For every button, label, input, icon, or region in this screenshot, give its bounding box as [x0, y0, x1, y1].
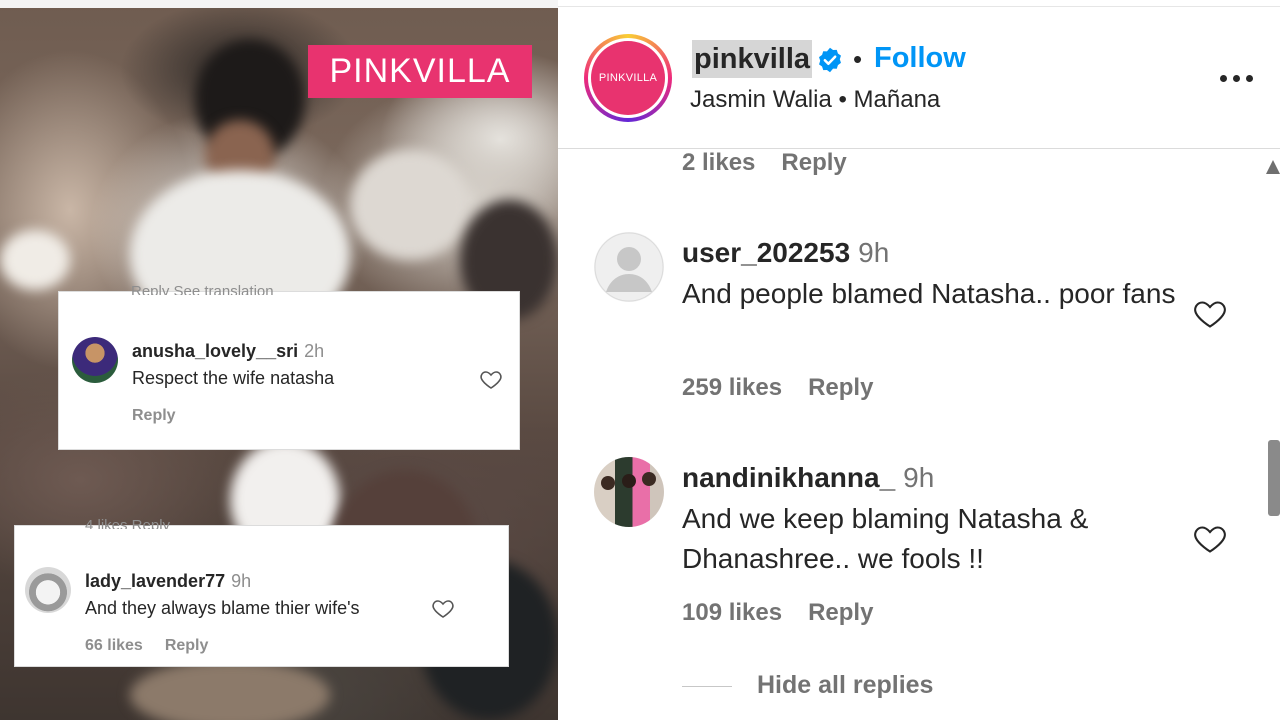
hide-replies-button[interactable]: Hide all replies [757, 671, 933, 700]
panel-top-border [558, 6, 1280, 7]
header-divider [558, 148, 1280, 149]
username-text[interactable]: user_202253 [682, 237, 850, 268]
heart-icon[interactable] [1192, 520, 1228, 556]
reply-link: Reply [164, 637, 209, 654]
crowd-figure [130, 660, 330, 720]
post-subtitle[interactable]: Jasmin Walia • Mañana [690, 86, 940, 114]
avatar: PINKVILLA [591, 41, 665, 115]
like-count: 66 likes [85, 637, 143, 654]
media-top-strip [0, 0, 558, 8]
username-text[interactable]: nandinikhanna_ [682, 462, 895, 493]
scroll-up-arrow-icon[interactable] [1266, 160, 1280, 174]
comment-meta: 259 likes Reply [682, 374, 873, 402]
username-text: anusha_lovely__sri [132, 341, 299, 361]
heart-icon[interactable] [1192, 295, 1228, 331]
comment-meta: Reply [132, 407, 176, 425]
video-frame[interactable]: PINKVILLA Reply See translation anusha_l… [0, 0, 558, 720]
story-ring-avatar[interactable]: PINKVILLA [584, 34, 672, 122]
like-count[interactable]: 259 likes [682, 374, 782, 401]
avatar [72, 337, 118, 383]
heart-icon [432, 600, 454, 618]
more-options-icon[interactable] [1216, 66, 1256, 90]
avatar[interactable] [594, 457, 664, 527]
like-count[interactable]: 2 likes [682, 149, 755, 176]
verified-badge-icon [819, 47, 841, 73]
overlay-comment-card: Reply See translation anusha_lovely__sri… [59, 283, 519, 449]
comment-meta: 2 likes Reply [682, 149, 847, 177]
comment-username: nandinikhanna_ 9h [682, 462, 934, 494]
default-avatar-icon[interactable] [594, 232, 664, 302]
comment-text: And they always blame thier wife's [85, 598, 360, 618]
crowd-figure [0, 230, 70, 290]
comment-time: 9h [858, 237, 890, 268]
clipped-comment-meta: 4 likes Reply [85, 517, 171, 529]
overlay-comment-card: 4 likes Reply lady_lavender77 9h And they… [15, 517, 508, 666]
replies-divider-line [682, 686, 732, 687]
comment-text: Respect the wife natasha [132, 368, 335, 388]
heart-icon [480, 371, 502, 389]
reply-button[interactable]: Reply [808, 374, 873, 401]
comments-panel: PINKVILLA pinkvilla • Follow Jasmin Wali… [558, 0, 1280, 720]
reply-button[interactable]: Reply [808, 599, 873, 626]
comment-time: 2h [304, 341, 325, 361]
comment-text: And people blamed Natasha.. poor fans [682, 278, 1176, 309]
comment-text: And we keep blaming Natasha & Dhanashree… [682, 503, 1089, 574]
comment-username: user_202253 9h [682, 237, 889, 269]
brand-watermark: PINKVILLA [308, 45, 532, 98]
clipped-comment-meta: Reply See translation [131, 283, 274, 295]
comment-meta: 109 likes Reply [682, 599, 873, 627]
comment-meta: 66 likes Reply [85, 637, 208, 655]
like-count[interactable]: 109 likes [682, 599, 782, 626]
username-text: lady_lavender77 [85, 571, 226, 591]
avatar [25, 567, 71, 613]
author-username[interactable]: pinkvilla [692, 40, 813, 78]
follow-button[interactable]: Follow [874, 42, 966, 75]
scrollbar-thumb[interactable] [1268, 440, 1280, 516]
separator-dot: • [853, 44, 863, 74]
comment-username: lady_lavender77 9h [85, 571, 251, 592]
reply-link: Reply [132, 407, 176, 424]
comment-time: 9h [903, 462, 935, 493]
comment-username: anusha_lovely__sri 2h [132, 341, 324, 362]
reply-button[interactable]: Reply [781, 149, 846, 176]
comment-time: 9h [231, 571, 252, 591]
crowd-figure [350, 150, 470, 260]
